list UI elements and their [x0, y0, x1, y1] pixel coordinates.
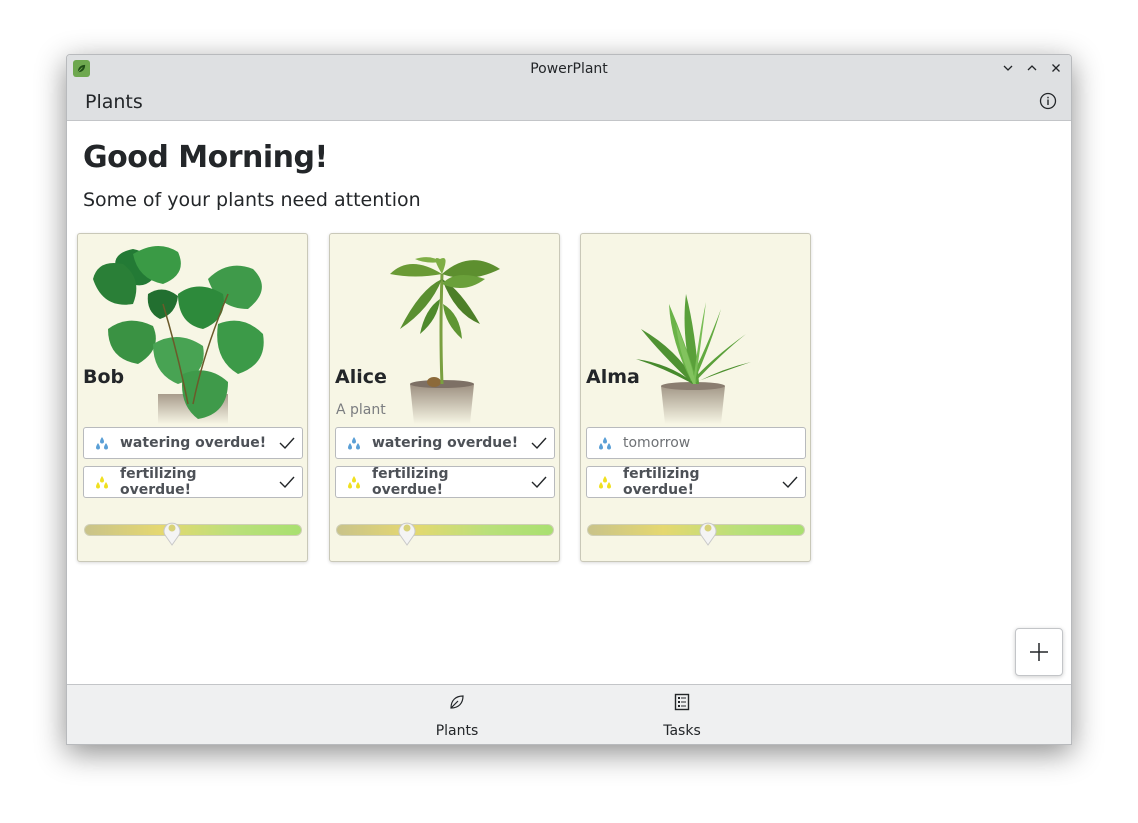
- plant-card-alice[interactable]: Alice A plant watering overdue! fertiliz…: [329, 233, 560, 562]
- monstera-plant-image: [78, 234, 307, 424]
- fertilizing-task-button[interactable]: fertilizing overdue!: [335, 466, 555, 498]
- info-icon[interactable]: [1039, 92, 1059, 112]
- add-plant-button[interactable]: [1015, 628, 1063, 676]
- checkmark-icon[interactable]: [272, 436, 302, 450]
- checkmark-icon[interactable]: [775, 475, 805, 489]
- plant-description: A plant: [336, 402, 386, 418]
- nav-tab-plants[interactable]: Plants: [412, 693, 502, 741]
- fertilizing-task-button[interactable]: fertilizing overdue!: [83, 466, 303, 498]
- main-content: Good Morning! Some of your plants need a…: [67, 122, 1071, 684]
- nav-label-plants: Plants: [435, 723, 479, 739]
- watering-task-button[interactable]: watering overdue!: [83, 427, 303, 459]
- fertilizing-status: fertilizing overdue!: [120, 466, 197, 498]
- checkmark-icon[interactable]: [524, 475, 554, 489]
- watering-task-button[interactable]: tomorrow: [586, 427, 806, 459]
- bottom-navigation: Plants Tasks: [67, 684, 1071, 744]
- checkmark-icon[interactable]: [272, 475, 302, 489]
- plant-name: Alice: [335, 366, 387, 388]
- watering-status: watering overdue!: [372, 435, 519, 451]
- nav-tab-tasks[interactable]: Tasks: [637, 693, 727, 741]
- plant-card-alma[interactable]: Alma tomorrow fertilizing overdue!: [580, 233, 811, 562]
- plant-name: Alma: [586, 366, 640, 388]
- health-slider[interactable]: [84, 522, 302, 546]
- minimize-button[interactable]: [999, 59, 1017, 77]
- checklist-icon: [673, 693, 691, 715]
- avocado-plant-image: [330, 234, 559, 424]
- fertilizing-status: fertilizing overdue!: [372, 466, 449, 498]
- health-slider[interactable]: [336, 522, 554, 546]
- plus-icon: [1030, 643, 1048, 661]
- fertilizer-drops-icon: [84, 474, 120, 490]
- water-drops-icon: [84, 435, 120, 451]
- fertilizer-drops-icon: [587, 474, 623, 490]
- nav-label-tasks: Tasks: [663, 723, 701, 739]
- page-title: Plants: [85, 91, 143, 113]
- greeting-heading: Good Morning!: [83, 140, 328, 175]
- maximize-button[interactable]: [1023, 59, 1041, 77]
- water-drops-icon: [587, 435, 623, 451]
- attention-subtitle: Some of your plants need attention: [83, 189, 421, 211]
- watering-status: watering overdue!: [120, 435, 267, 451]
- page-header: Plants: [67, 83, 1071, 121]
- watering-task-button[interactable]: watering overdue!: [335, 427, 555, 459]
- leaf-icon: [448, 693, 466, 715]
- health-slider[interactable]: [587, 522, 805, 546]
- slider-handle[interactable]: [397, 517, 417, 547]
- slider-handle[interactable]: [698, 517, 718, 547]
- checkmark-icon[interactable]: [524, 436, 554, 450]
- plant-name: Bob: [83, 366, 125, 388]
- fertilizer-drops-icon: [336, 474, 372, 490]
- slider-handle[interactable]: [162, 517, 182, 547]
- water-drops-icon: [336, 435, 372, 451]
- watering-status: tomorrow: [623, 435, 691, 451]
- app-leaf-icon: [73, 60, 90, 77]
- window-title: PowerPlant: [530, 61, 608, 77]
- fertilizing-status: fertilizing overdue!: [623, 466, 700, 498]
- aloe-plant-image: [581, 234, 810, 424]
- fertilizing-task-button[interactable]: fertilizing overdue!: [586, 466, 806, 498]
- title-bar: PowerPlant: [67, 55, 1071, 83]
- plant-card-bob[interactable]: Bob watering overdue! fertilizing overdu…: [77, 233, 308, 562]
- close-button[interactable]: [1047, 59, 1065, 77]
- app-window: PowerPlant Plants Good Morning! Some of …: [66, 54, 1072, 745]
